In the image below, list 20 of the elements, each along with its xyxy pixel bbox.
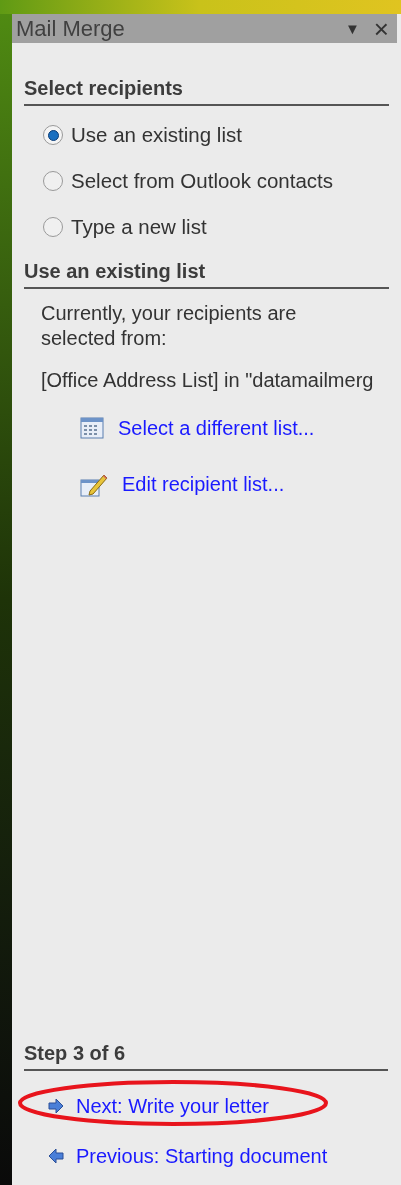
data-source-text: [Office Address List] in "datamailmerg (41, 368, 374, 393)
radio-label[interactable]: Type a new list (71, 214, 207, 240)
right-arrow-icon (48, 1099, 64, 1113)
radio-button[interactable] (43, 125, 63, 145)
radio-button[interactable] (43, 171, 63, 191)
close-button[interactable]: × (373, 15, 389, 42)
section-heading: Use an existing list (24, 260, 206, 282)
pane-menu-button[interactable]: ▼ (344, 21, 360, 36)
link[interactable]: Select a different list... (118, 413, 315, 443)
radio-label[interactable]: Select from Outlook contacts (71, 168, 334, 194)
radio-label[interactable]: Use an existing list (71, 122, 242, 148)
link[interactable]: Edit recipient list... (122, 469, 285, 499)
window-title: Mail Merge (16, 17, 125, 40)
left-arrow-icon (48, 1149, 64, 1163)
link[interactable]: Previous: Starting document (76, 1141, 328, 1171)
section-heading: Step 3 of 6 (24, 1042, 126, 1064)
radio-button[interactable] (43, 217, 63, 237)
section-heading: Select recipients (24, 77, 183, 99)
table-icon (80, 417, 104, 439)
description-text: Currently, your recipients are selected from: (41, 301, 298, 351)
